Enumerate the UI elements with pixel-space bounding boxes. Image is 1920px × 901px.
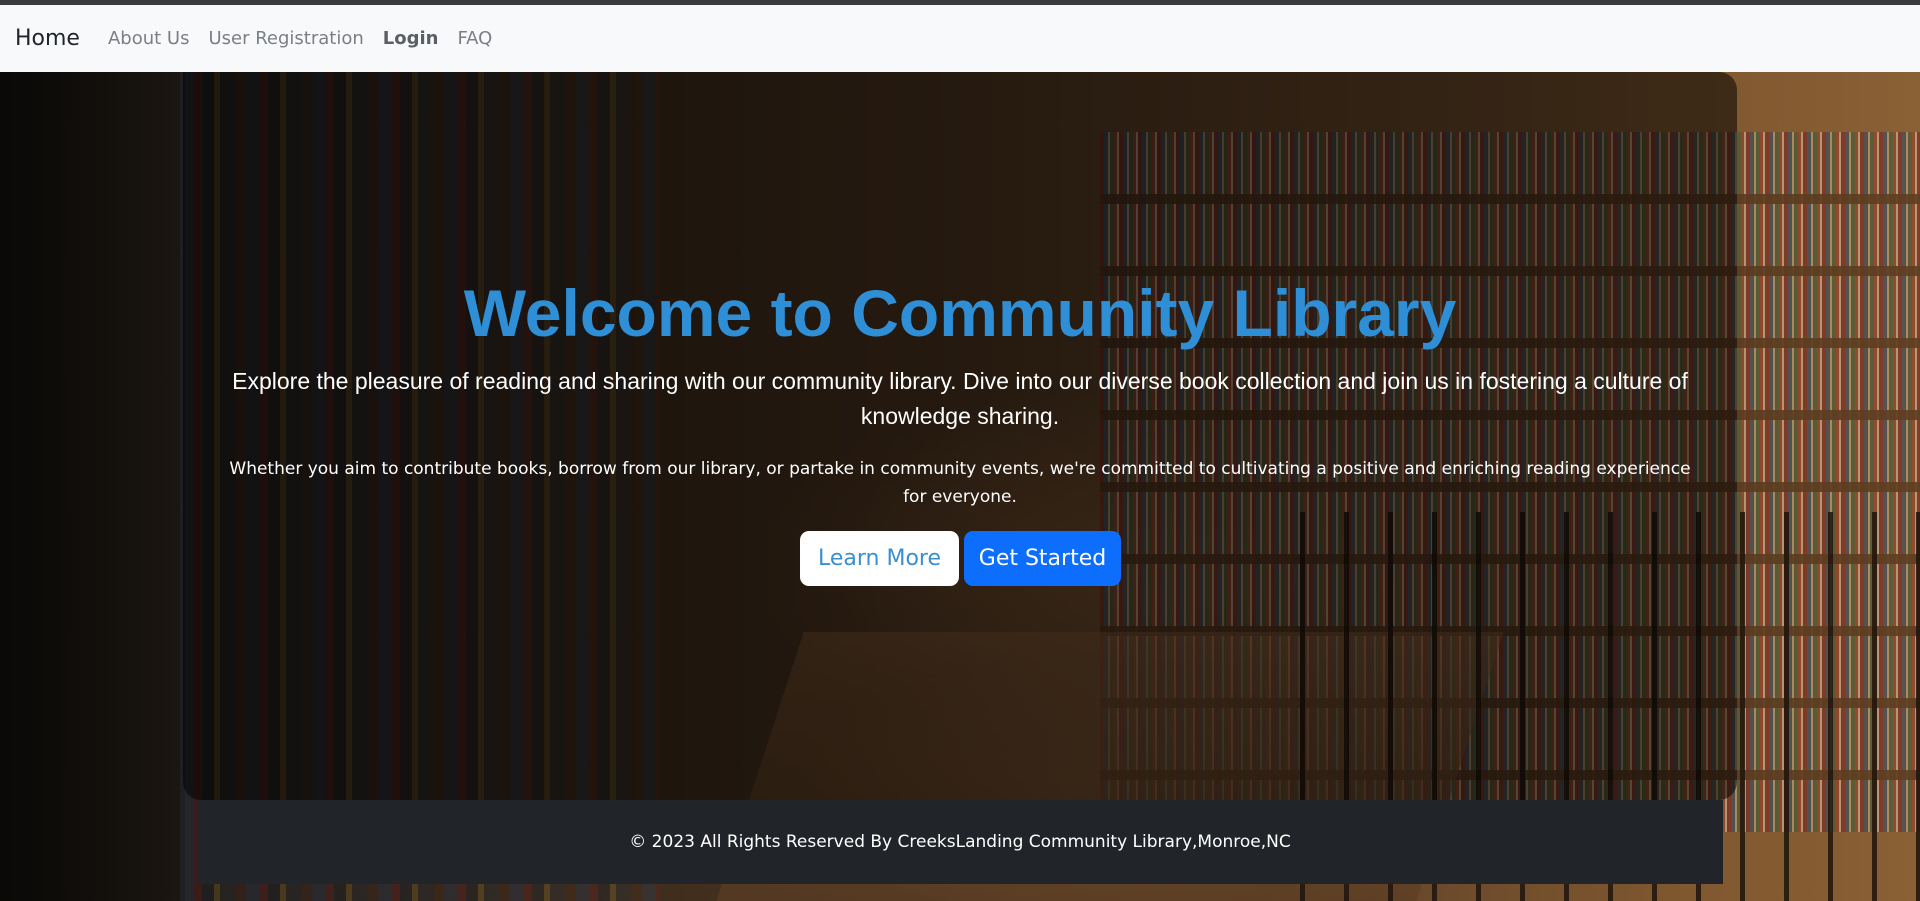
footer: © 2023 All Rights Reserved By CreeksLand… [197, 800, 1723, 884]
navbar: Home About Us User Registration Login FA… [0, 5, 1920, 72]
nav-home-link[interactable]: Home [15, 26, 80, 51]
footer-copyright-text: © 2023 All Rights Reserved By CreeksLand… [629, 832, 1291, 852]
learn-more-button[interactable]: Learn More [800, 531, 959, 586]
hero-sub-text: Whether you aim to contribute books, bor… [229, 459, 1691, 507]
nav-login-link[interactable]: Login [383, 28, 439, 49]
hero-lead-text: Explore the pleasure of reading and shar… [232, 368, 1688, 429]
left-vignette [0, 72, 185, 901]
nav-about-us-link[interactable]: About Us [108, 28, 190, 49]
get-started-button[interactable]: Get Started [964, 531, 1121, 586]
hero-overlay-panel [183, 72, 1737, 800]
nav-user-registration-link[interactable]: User Registration [208, 28, 363, 49]
hero-title: Welcome to Community Library [463, 276, 1457, 350]
nav-faq-link[interactable]: FAQ [457, 28, 492, 49]
